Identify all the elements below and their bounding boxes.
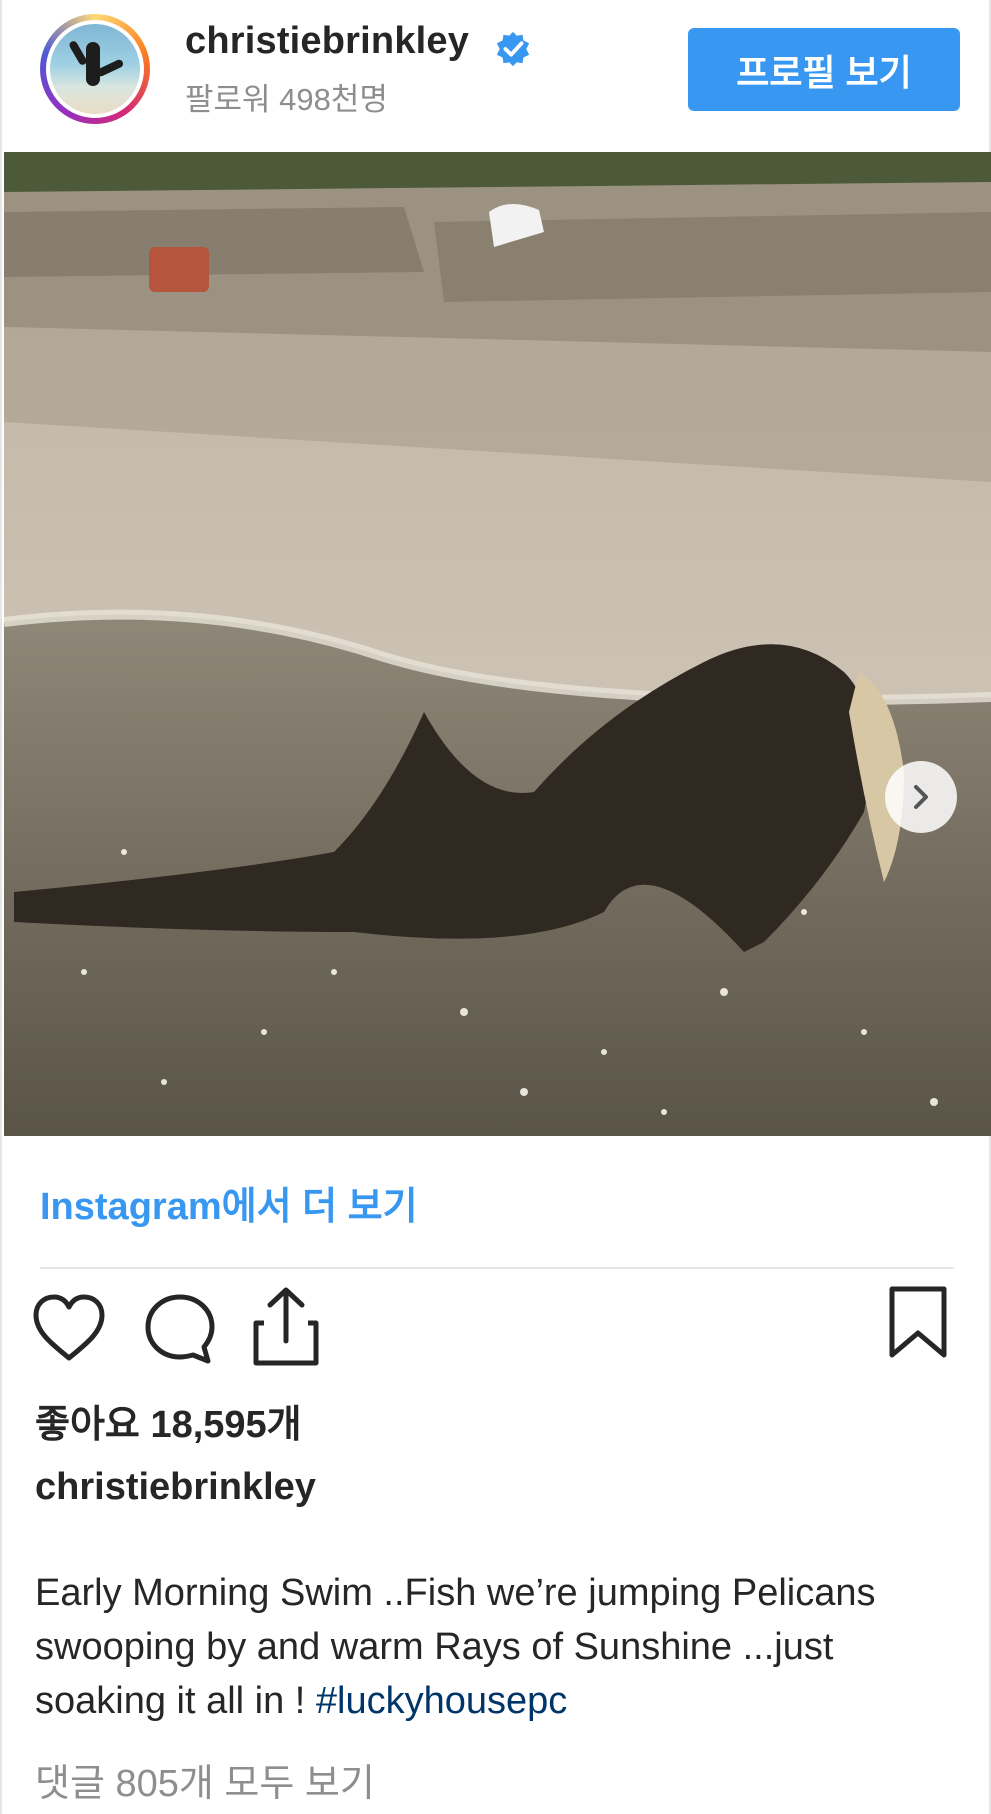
heart-icon[interactable] xyxy=(30,1291,108,1365)
divider xyxy=(40,1267,954,1269)
post-photo[interactable] xyxy=(4,152,991,1136)
bookmark-icon[interactable] xyxy=(886,1285,950,1361)
hashtag-link[interactable]: #luckyhousepc xyxy=(316,1680,567,1722)
comment-bubble-icon[interactable] xyxy=(142,1291,218,1367)
avatar-image xyxy=(46,20,144,118)
view-profile-button[interactable]: 프로필 보기 xyxy=(688,28,960,111)
beach-photo-illustration xyxy=(4,152,991,1136)
verified-badge-icon xyxy=(496,31,530,67)
next-photo-button[interactable] xyxy=(885,761,957,833)
caption-username[interactable]: christiebrinkley xyxy=(35,1466,316,1509)
post-caption: Early Morning Swim ..Fish we’re jumping … xyxy=(35,1566,955,1728)
like-count[interactable]: 좋아요 18,595개 xyxy=(35,1393,302,1448)
view-all-comments-link[interactable]: 댓글 805개 모두 보기 xyxy=(35,1752,375,1807)
share-icon[interactable] xyxy=(250,1285,322,1369)
instagram-embed-card: christiebrinkley 팔로워 498천명 프로필 보기 Instag… xyxy=(0,0,991,1814)
follower-count: 팔로워 498천명 xyxy=(185,82,388,117)
avatar[interactable] xyxy=(40,14,150,124)
chevron-right-icon xyxy=(914,785,928,809)
post-header: christiebrinkley 팔로워 498천명 프로필 보기 xyxy=(2,0,991,152)
view-on-instagram-link[interactable]: Instagram에서 더 보기 xyxy=(40,1175,418,1230)
header-username[interactable]: christiebrinkley xyxy=(185,20,469,63)
